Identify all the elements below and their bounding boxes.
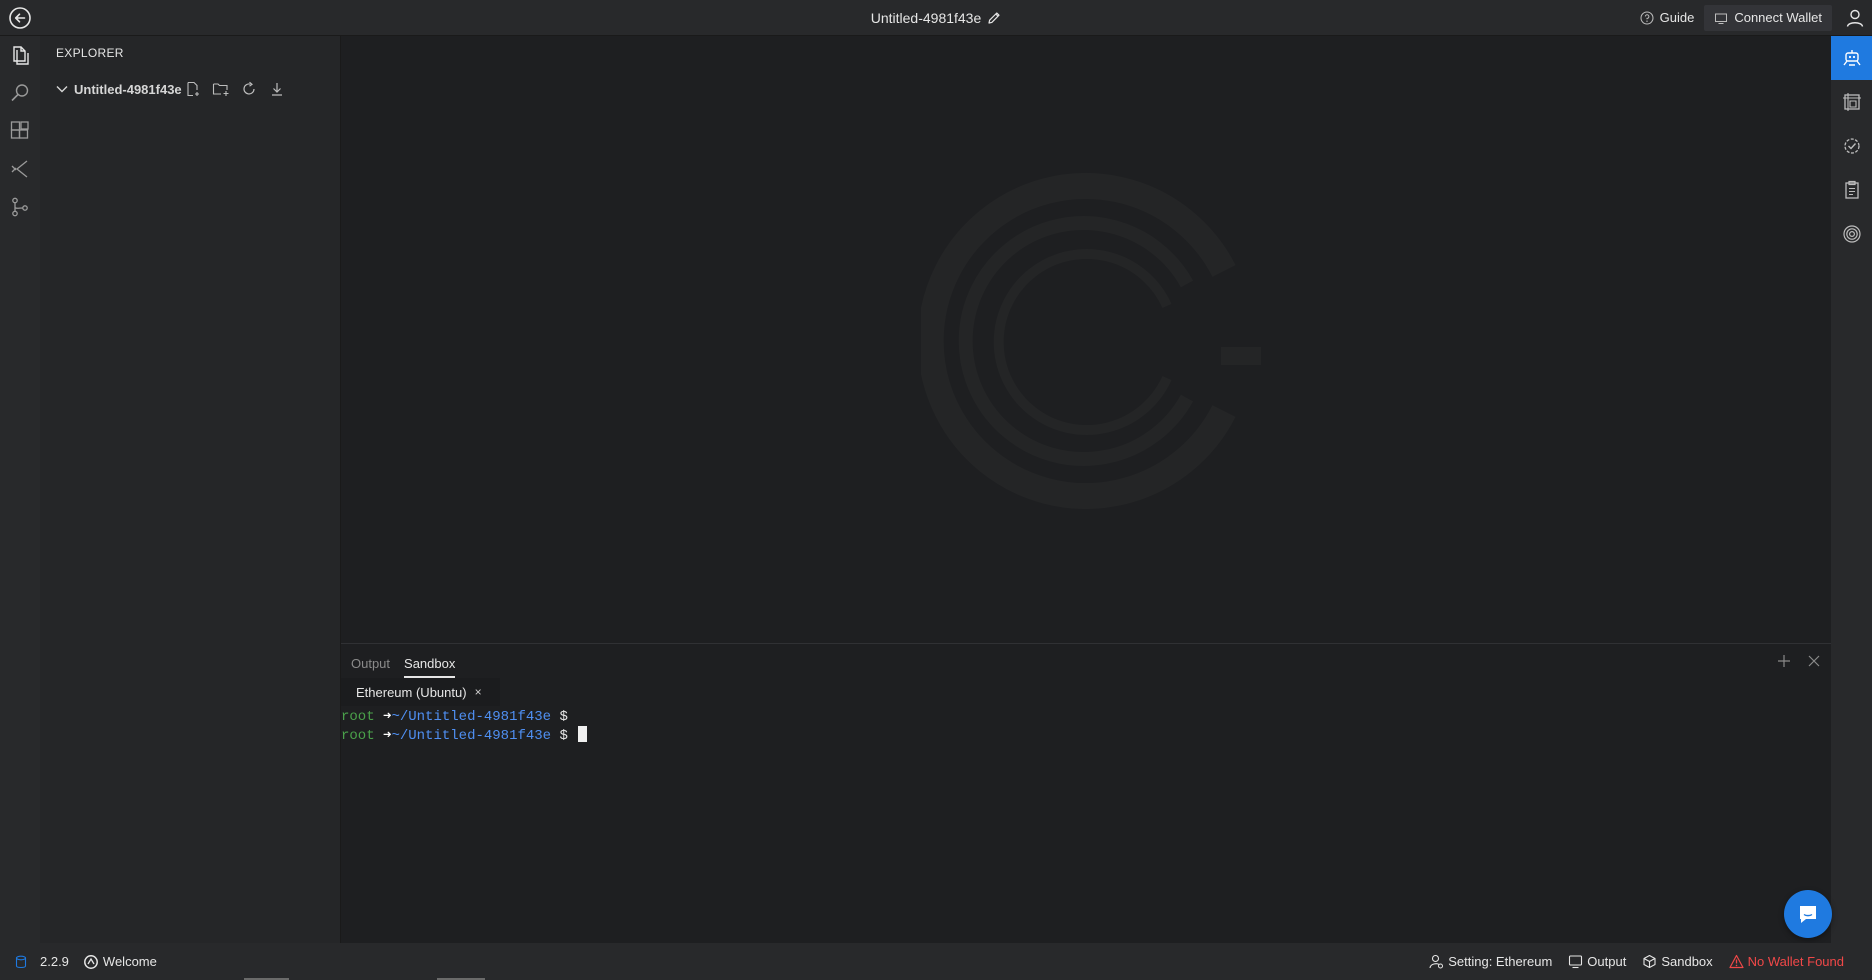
new-folder-icon[interactable] xyxy=(212,80,230,98)
connect-wallet-button[interactable]: Connect Wallet xyxy=(1704,4,1832,31)
guide-label: Guide xyxy=(1659,10,1695,25)
project-folder-label: Untitled-4981f43e xyxy=(74,81,182,97)
new-file-icon[interactable] xyxy=(184,80,202,98)
wallet-status[interactable]: No Wallet Found xyxy=(1729,954,1844,969)
user-gear-icon xyxy=(1429,954,1444,969)
welcome-button[interactable]: Welcome xyxy=(83,954,157,970)
guide-button[interactable]: Guide xyxy=(1630,5,1705,31)
robot-icon[interactable] xyxy=(1831,36,1872,80)
sandbox-button[interactable]: Sandbox xyxy=(1642,954,1713,969)
panel-tabs: Output Sandbox xyxy=(341,644,1831,678)
tab-output[interactable]: Output xyxy=(351,656,390,678)
chat-bubble-icon xyxy=(1796,902,1820,926)
user-account-icon[interactable] xyxy=(1838,0,1872,35)
refresh-icon[interactable] xyxy=(240,80,258,98)
project-title-area: Untitled-4981f43e xyxy=(0,0,1872,35)
setting-label: Setting: Ethereum xyxy=(1448,954,1553,969)
chevron-down-icon[interactable] xyxy=(54,81,70,97)
bottom-panel: Output Sandbox Ethereum (Ubuntu) × root … xyxy=(341,643,1831,944)
edit-pencil-icon[interactable] xyxy=(987,11,1001,25)
download-icon[interactable] xyxy=(268,80,286,98)
project-title[interactable]: Untitled-4981f43e xyxy=(871,10,982,26)
cube-icon xyxy=(1642,954,1657,969)
close-terminal-tab-icon[interactable]: × xyxy=(475,685,482,699)
git-branch-icon[interactable] xyxy=(0,188,40,226)
version-label: 2.2.9 xyxy=(40,954,69,969)
terminal-tab[interactable]: Ethereum (Ubuntu) × xyxy=(341,678,500,706)
compare-icon[interactable] xyxy=(0,150,40,188)
terminal-cursor xyxy=(578,726,588,742)
explorer-sidebar: EXPLORER Untitled-4981f43e xyxy=(40,36,341,943)
help-circle-icon xyxy=(1640,11,1654,25)
right-rail xyxy=(1831,36,1872,943)
warning-icon xyxy=(1729,954,1744,969)
activity-bar xyxy=(0,36,40,943)
terminal-output[interactable]: root ➜~/Untitled-4981f43e $ root ➜~/Unti… xyxy=(341,706,1831,939)
monitor-icon xyxy=(1568,954,1583,969)
clipboard-icon[interactable] xyxy=(1831,168,1872,212)
extensions-icon[interactable] xyxy=(0,112,40,150)
chat-support-button[interactable] xyxy=(1784,890,1832,938)
wallet-icon xyxy=(1714,11,1728,25)
terminal-tab-label: Ethereum (Ubuntu) xyxy=(356,684,467,700)
status-bar: 2.2.9 Welcome Setting: Ethereum Output S… xyxy=(0,943,1872,980)
connect-wallet-label: Connect Wallet xyxy=(1734,10,1822,25)
title-bar: Untitled-4981f43e Guide Connect Wallet xyxy=(0,0,1872,36)
add-terminal-icon[interactable] xyxy=(1775,652,1793,670)
files-icon[interactable] xyxy=(0,36,40,74)
fingerprint-icon[interactable] xyxy=(1831,212,1872,256)
wallet-status-label: No Wallet Found xyxy=(1747,954,1844,969)
terminal-line: root ➜~/Untitled-4981f43e $ xyxy=(341,709,568,725)
output-label: Output xyxy=(1587,954,1627,969)
project-folder[interactable]: Untitled-4981f43e xyxy=(40,75,340,103)
close-panel-icon[interactable] xyxy=(1805,652,1823,670)
welcome-label: Welcome xyxy=(102,954,157,969)
editor-area xyxy=(341,36,1831,643)
version-indicator[interactable]: 2.2.9 xyxy=(14,954,69,969)
logo-watermark-icon xyxy=(921,156,1261,526)
search-icon[interactable] xyxy=(0,74,40,112)
database-icon xyxy=(14,955,28,969)
frame-icon[interactable] xyxy=(1831,80,1872,124)
terminal-line: root ➜~/Untitled-4981f43e $ xyxy=(341,726,1831,745)
gear-check-icon[interactable] xyxy=(1831,124,1872,168)
tab-sandbox[interactable]: Sandbox xyxy=(404,656,456,678)
setting-button[interactable]: Setting: Ethereum xyxy=(1429,954,1552,969)
explorer-header: EXPLORER xyxy=(56,46,124,60)
sandbox-label: Sandbox xyxy=(1661,954,1713,969)
welcome-logo-icon xyxy=(83,954,99,970)
output-button[interactable]: Output xyxy=(1568,954,1626,969)
